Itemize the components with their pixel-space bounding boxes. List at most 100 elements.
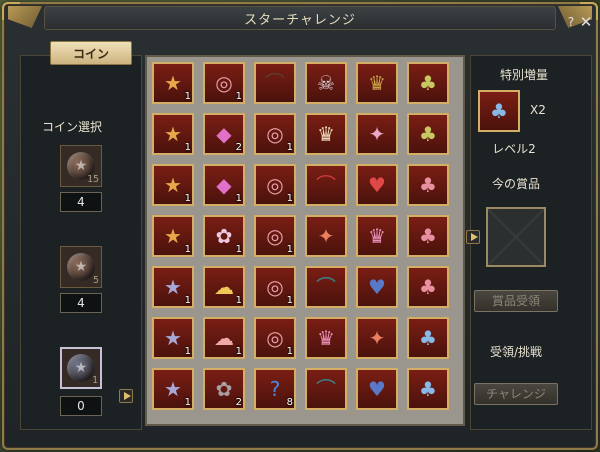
pink-crystal-icon: ◆ [216,173,232,197]
prize-cell[interactable]: ◎ 1 [254,215,296,257]
challenge-button[interactable]: チャレンジ [474,383,558,405]
boost-label: 特別増量 [499,68,548,82]
close-button[interactable]: ✕ [578,14,594,30]
bandage-icon: ◎ [266,275,284,299]
prize-cell[interactable]: ★ 1 [152,215,194,257]
prize-cell[interactable]: ♣ [407,266,449,308]
prize-cell[interactable]: ◆ 2 [203,113,245,155]
coin-qty-input-silver[interactable]: 4 [60,293,102,313]
boost-multiplier: X2 [530,103,546,117]
prize-cell[interactable]: ♣ [407,317,449,359]
prize-cell[interactable]: ◎ 1 [254,164,296,206]
prize-cell[interactable]: ♛ [305,113,347,155]
prize-cell[interactable]: ♥ [356,266,398,308]
gold-coin-icon: ★ [164,173,182,197]
coin-slot-silver[interactable]: ★ 5 [60,246,102,288]
prize-cell[interactable]: ⌒ [305,368,347,410]
coin-qty-input-gold[interactable]: 4 [60,192,102,212]
bandage-icon: ◎ [266,224,284,248]
prize-cell[interactable]: ◎ 1 [203,62,245,104]
help-button[interactable]: ? [564,15,578,29]
boost-item-slot[interactable]: ♣ [478,90,520,132]
coin-select-label: コイン選択 [41,120,102,134]
item-count: 1 [184,295,191,306]
play-arrow-icon[interactable] [119,389,133,403]
gold-coin-icon: ★ [164,122,182,146]
phoenix-icon: ✦ [368,326,386,350]
prize-cell[interactable]: ★ 1 [152,368,194,410]
item-count: 1 [286,346,293,357]
pink-pet-icon: ♣ [419,173,437,197]
prize-cell[interactable]: ☠ [305,62,347,104]
coin-slot-gold[interactable]: ★ 15 [60,145,102,187]
prize-cell[interactable]: ◎ 1 [254,266,296,308]
phoenix-icon: ✦ [317,224,335,248]
pink-wing-icon: ♛ [317,326,335,350]
pink-pet-icon: ♣ [419,275,437,299]
bear-paw-icon: ✿ [215,377,233,401]
robot-pet-icon: ♣ [490,99,508,123]
item-count: 1 [235,193,242,204]
item-count: 1 [235,295,242,306]
prize-cell[interactable]: ♣ [407,113,449,155]
prize-cell[interactable]: ★ 1 [152,113,194,155]
prize-cell[interactable]: ✿ 2 [203,368,245,410]
prize-cell[interactable]: ☁ 1 [203,317,245,359]
prize-cell[interactable]: ★ 1 [152,62,194,104]
prize-cell[interactable]: ⌒ [305,266,347,308]
prize-cell[interactable]: ★ 1 [152,317,194,359]
teal-wing-icon: ⌒ [316,377,336,401]
play-arrow-icon [466,230,480,244]
bandage-icon: ◎ [266,173,284,197]
prize-cell[interactable]: ♥ [356,164,398,206]
prize-cell[interactable]: ♣ [407,368,449,410]
item-count: 1 [184,397,191,408]
item-count: 1 [286,295,293,306]
prize-cell[interactable]: ✦ [305,215,347,257]
item-count: 1 [286,142,293,153]
coin-slot-platinum[interactable]: ★ 1 [60,347,102,389]
prize-cell[interactable]: ✦ [356,317,398,359]
prize-cell[interactable]: ? 8 [254,368,296,410]
tab-coin[interactable]: コイン [50,41,132,65]
prize-cell[interactable]: ♛ [305,317,347,359]
coin-slot-count: 1 [91,375,98,386]
item-count: 1 [184,91,191,102]
feather-wing-icon: ✦ [368,122,386,146]
angel-wing-icon: ♛ [317,122,335,146]
silver-coin-icon: ★ [164,377,182,401]
prize-cell[interactable]: ★ 1 [152,266,194,308]
blue-pet-icon: ♣ [419,326,437,350]
prize-cell[interactable]: ♣ [407,164,449,206]
prize-cell[interactable]: ♣ [407,62,449,104]
coin-qty-input-platinum[interactable]: 0 [60,396,102,416]
robot-pet-icon: ♣ [419,122,437,146]
silver-coin-icon: ★ [164,275,182,299]
prize-grid: ★ 1 ◎ 1 ⌒ ☠ ♛ ♣ ★ 1 ◆ 2 ◎ 1 ♛ ✦ ♣ ★ 1 ◆ 1 ◎ 1 ⌒ ♥ ♣ ★ 1 ✿ 1 ◎ 1 ✦ ♛ ♣ ★ 1 ☁ 1 ◎… [145,55,465,426]
prize-cell[interactable]: ♛ [356,62,398,104]
pink-pet-icon: ♣ [419,224,437,248]
prize-cell[interactable]: ♣ [407,215,449,257]
prize-cell[interactable]: ◆ 1 [203,164,245,206]
prize-cell[interactable]: ⌒ [305,164,347,206]
prize-cell[interactable]: ✿ 1 [203,215,245,257]
prize-cell[interactable]: ☁ 1 [203,266,245,308]
window-titlebar[interactable]: スターチャレンジ [44,6,556,30]
prize-cell[interactable]: ◎ 1 [254,317,296,359]
pink-cloud-icon: ☁ [214,326,234,350]
red-wing-icon: ⌒ [316,173,336,197]
window-title: スターチャレンジ [244,12,356,28]
pink-crown-wing-icon: ♛ [368,224,386,248]
bronze-coin-icon: ★ [67,253,95,281]
prize-cell[interactable]: ✦ [356,113,398,155]
prize-cell[interactable]: ⌒ [254,62,296,104]
prize-cell[interactable]: ★ 1 [152,164,194,206]
prize-cell[interactable]: ♛ [356,215,398,257]
coin-slot-count: 5 [92,275,99,286]
dark-wing-icon: ⌒ [265,71,285,95]
claim-reward-button[interactable]: 賞品受領 [474,290,558,312]
bandage-icon: ◎ [266,122,284,146]
prize-cell[interactable]: ◎ 1 [254,113,296,155]
prize-cell[interactable]: ♥ [356,368,398,410]
item-count: 2 [235,397,242,408]
